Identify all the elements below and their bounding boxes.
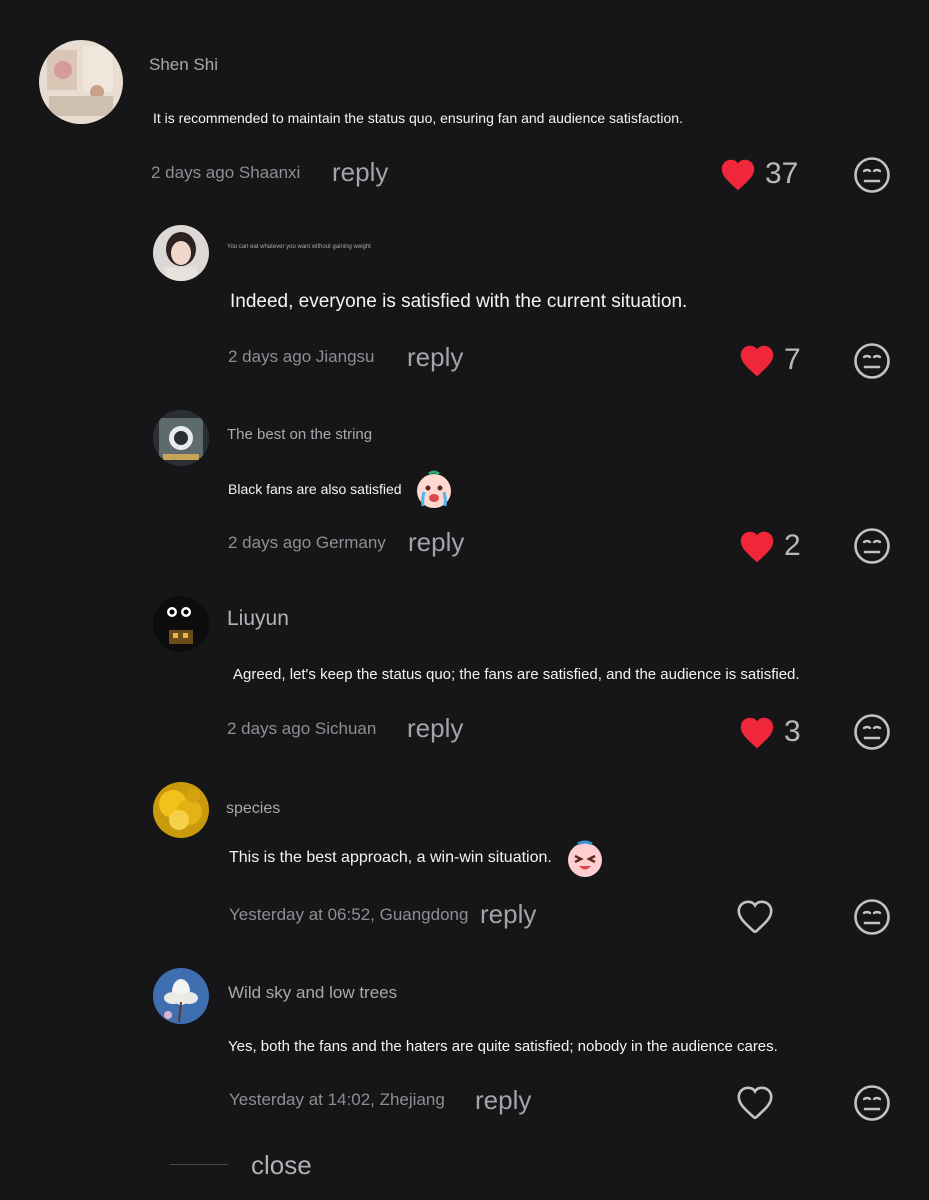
avatar[interactable] bbox=[153, 968, 209, 1024]
reply-button[interactable]: reply bbox=[408, 527, 464, 558]
username[interactable]: Liuyun bbox=[227, 607, 289, 631]
avatar[interactable] bbox=[39, 40, 123, 124]
close-replies-button[interactable]: close bbox=[251, 1150, 312, 1181]
like-count: 37 bbox=[765, 157, 799, 190]
reply-button[interactable]: reply bbox=[407, 713, 463, 744]
comment-text-row: Black fans are also satisfied bbox=[228, 468, 455, 510]
reply-button[interactable]: reply bbox=[480, 899, 536, 930]
heart-icon bbox=[740, 345, 774, 377]
like-count: 2 bbox=[784, 529, 801, 562]
like-button[interactable]: 37 bbox=[719, 157, 798, 191]
neutral-face-icon[interactable] bbox=[853, 342, 891, 380]
heart-icon bbox=[721, 159, 755, 191]
comment-text: It is recommended to maintain the status… bbox=[153, 110, 683, 126]
like-count: 3 bbox=[784, 715, 801, 748]
comment-meta: Yesterday at 14:02, Zhejiang bbox=[229, 1090, 445, 1109]
like-count: 7 bbox=[784, 343, 801, 376]
comment-text-row: This is the best approach, a win-win sit… bbox=[229, 837, 606, 879]
reply-button[interactable]: reply bbox=[332, 157, 388, 188]
neutral-face-icon[interactable] bbox=[853, 1084, 891, 1122]
comment-meta: 2 days ago Jiangsu bbox=[228, 347, 375, 366]
comment-meta: 2 days ago Germany bbox=[228, 533, 386, 552]
comment-text: Agreed, let's keep the status quo; the f… bbox=[233, 666, 800, 683]
crying-face-sticker bbox=[417, 470, 452, 508]
like-button[interactable]: 7 bbox=[738, 343, 801, 377]
username[interactable]: Shen Shi bbox=[149, 55, 218, 75]
comment-text: Black fans are also satisfied bbox=[228, 481, 402, 497]
username[interactable]: You can eat whatever you want without ga… bbox=[227, 244, 371, 250]
avatar[interactable] bbox=[153, 410, 209, 466]
divider bbox=[170, 1164, 228, 1165]
username[interactable]: The best on the string bbox=[227, 426, 372, 443]
avatar[interactable] bbox=[153, 225, 209, 281]
heart-icon bbox=[737, 900, 773, 933]
reply-button[interactable]: reply bbox=[407, 342, 463, 373]
comment-meta: 2 days ago Sichuan bbox=[227, 719, 377, 738]
avatar[interactable] bbox=[153, 782, 209, 838]
like-button[interactable] bbox=[736, 899, 782, 933]
avatar[interactable] bbox=[153, 596, 209, 652]
heart-icon bbox=[740, 531, 774, 563]
username[interactable]: species bbox=[226, 800, 280, 818]
comment-text: Indeed, everyone is satisfied with the c… bbox=[230, 291, 688, 312]
neutral-face-icon[interactable] bbox=[853, 156, 891, 194]
comment-text: This is the best approach, a win-win sit… bbox=[229, 849, 552, 866]
comment-text: Yes, both the fans and the haters are qu… bbox=[228, 1038, 778, 1055]
heart-icon bbox=[740, 717, 774, 749]
like-button[interactable]: 3 bbox=[738, 715, 801, 749]
heart-icon bbox=[737, 1086, 773, 1119]
neutral-face-icon[interactable] bbox=[853, 527, 891, 565]
comment-meta: 2 days ago Shaanxi bbox=[151, 163, 301, 182]
like-button[interactable]: 2 bbox=[738, 529, 801, 563]
neutral-face-icon[interactable] bbox=[853, 713, 891, 751]
comment-meta: Yesterday at 06:52, Guangdong bbox=[229, 905, 469, 924]
neutral-face-icon[interactable] bbox=[853, 898, 891, 936]
like-button[interactable] bbox=[736, 1085, 782, 1119]
username[interactable]: Wild sky and low trees bbox=[228, 983, 397, 1003]
laughing-face-sticker bbox=[568, 840, 603, 877]
reply-button[interactable]: reply bbox=[475, 1085, 531, 1116]
